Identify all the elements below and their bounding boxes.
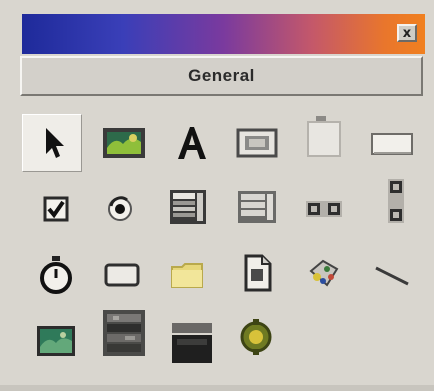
close-icon: x (402, 25, 412, 41)
toolbox-window: x General (0, 0, 434, 391)
tool-tabstrip[interactable] (294, 108, 354, 166)
tool-palette (22, 104, 425, 382)
ole-icon (172, 323, 212, 363)
label-icon (178, 127, 206, 159)
tool-gear[interactable] (226, 308, 286, 366)
tool-pointer[interactable] (22, 114, 82, 172)
combobox-icon (170, 190, 206, 224)
tool-timer[interactable] (26, 246, 86, 304)
window-bottom-edge (0, 385, 434, 391)
line-icon (375, 266, 409, 286)
tool-shape[interactable] (92, 246, 152, 304)
tool-vscroll[interactable] (366, 172, 426, 230)
pointer-icon (46, 128, 64, 158)
gear-icon (240, 319, 272, 355)
shape-icon (104, 263, 140, 287)
tool-hscroll[interactable] (294, 180, 354, 238)
tool-data[interactable] (94, 304, 154, 362)
tool-image[interactable] (26, 312, 86, 370)
tab-strip-icon (307, 116, 341, 157)
textbox-icon (371, 133, 413, 155)
tool-line[interactable] (362, 246, 422, 304)
drivelist-icon (309, 259, 339, 287)
data-icon (103, 310, 145, 356)
option-button-icon (108, 196, 132, 221)
vscrollbar-icon (388, 179, 404, 223)
image-icon (37, 326, 75, 356)
tool-textbox[interactable] (362, 114, 422, 172)
timer-icon (40, 256, 72, 294)
tool-checkbox[interactable] (26, 180, 86, 238)
tool-ole[interactable] (162, 314, 222, 372)
picture-icon (103, 128, 145, 158)
tab-general[interactable]: General (20, 56, 423, 96)
dirlist-icon (171, 263, 203, 288)
tool-combobox[interactable] (158, 178, 218, 236)
hscrollbar-icon (306, 201, 342, 217)
tool-filelist[interactable] (227, 244, 287, 302)
tool-dirlist[interactable] (158, 246, 218, 304)
tool-picture[interactable] (94, 114, 154, 172)
checkbox-icon (43, 196, 69, 222)
tool-drivelist[interactable] (294, 244, 354, 302)
tool-listbox[interactable] (227, 178, 287, 236)
title-bar[interactable]: x (22, 14, 425, 54)
filelist-icon (244, 254, 272, 292)
frame-icon (236, 128, 278, 158)
tab-label: General (188, 66, 255, 85)
listbox-icon (238, 191, 276, 223)
tool-label[interactable] (162, 114, 222, 172)
tool-frame[interactable] (227, 114, 287, 172)
close-button[interactable]: x (397, 24, 417, 42)
tool-option[interactable] (90, 180, 150, 238)
